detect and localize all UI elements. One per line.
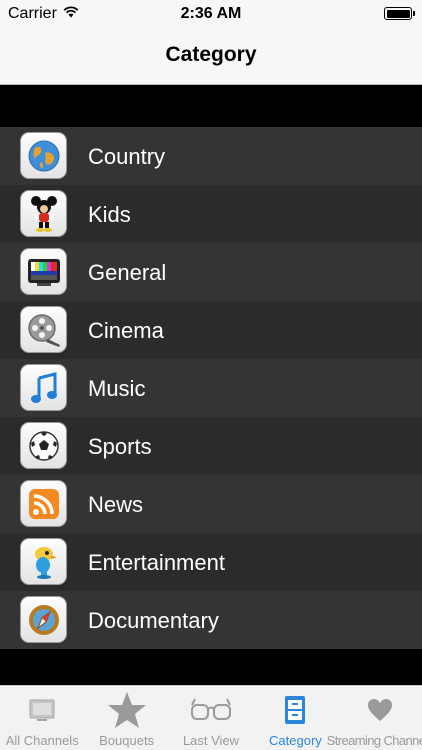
- category-label: Entertainment: [88, 550, 225, 575]
- music-note-icon: [20, 364, 67, 411]
- heart-icon: [366, 689, 394, 731]
- status-time: 2:36 AM: [180, 5, 242, 22]
- tab-label: Bouquets: [99, 733, 155, 748]
- tab-last-view[interactable]: Last View: [169, 686, 253, 750]
- tab-label: Streaming Channel l: [326, 733, 422, 748]
- category-label: Cinema: [88, 318, 164, 343]
- tv-icon: [28, 689, 56, 731]
- category-label: Sports: [88, 434, 152, 459]
- category-list: Country Kids General Cinema Music Sports…: [0, 127, 422, 649]
- tab-all-channels[interactable]: All Channels: [0, 686, 84, 750]
- navigation-bar: Category: [0, 28, 422, 85]
- battery-icon: [384, 7, 415, 20]
- tab-label: Last View: [182, 733, 240, 748]
- category-label: News: [88, 492, 144, 517]
- globe-icon: [20, 132, 67, 179]
- compass-icon: [20, 596, 67, 643]
- category-row-news[interactable]: News: [0, 475, 422, 533]
- category-label: Documentary: [88, 608, 219, 633]
- tv-test-pattern-icon: [20, 248, 67, 295]
- category-label: General: [88, 260, 167, 285]
- category-row-entertainment[interactable]: Entertainment: [0, 533, 422, 591]
- file-cabinet-icon: [283, 689, 307, 731]
- tab-label: Category: [269, 733, 322, 748]
- tab-bouquets[interactable]: Bouquets: [84, 686, 168, 750]
- bird-character-icon: [20, 538, 67, 585]
- category-row-documentary[interactable]: Documentary: [0, 591, 422, 649]
- category-row-sports[interactable]: Sports: [0, 417, 422, 475]
- page-title: Category: [165, 43, 257, 66]
- star-icon: [107, 689, 147, 731]
- tab-label: All Channels: [5, 733, 79, 748]
- category-row-country[interactable]: Country: [0, 127, 422, 185]
- tab-category[interactable]: Category: [253, 686, 337, 750]
- tab-bar: All Channels Bouquets Last View Category…: [0, 685, 422, 750]
- soccer-ball-icon: [20, 422, 67, 469]
- category-row-cinema[interactable]: Cinema: [0, 301, 422, 359]
- category-label: Country: [88, 144, 166, 169]
- tab-streaming-channel[interactable]: Streaming Channel l: [327, 686, 422, 750]
- category-row-kids[interactable]: Kids: [0, 185, 422, 243]
- rss-feed-icon: [20, 480, 67, 527]
- category-label: Kids: [88, 202, 131, 227]
- glasses-icon: [189, 689, 233, 731]
- category-label: Music: [88, 376, 146, 401]
- film-reel-icon: [20, 306, 67, 353]
- status-bar: Carrier 2:36 AM: [0, 0, 422, 28]
- category-row-general[interactable]: General: [0, 243, 422, 301]
- category-row-music[interactable]: Music: [0, 359, 422, 417]
- cartoon-mouse-icon: [20, 190, 67, 237]
